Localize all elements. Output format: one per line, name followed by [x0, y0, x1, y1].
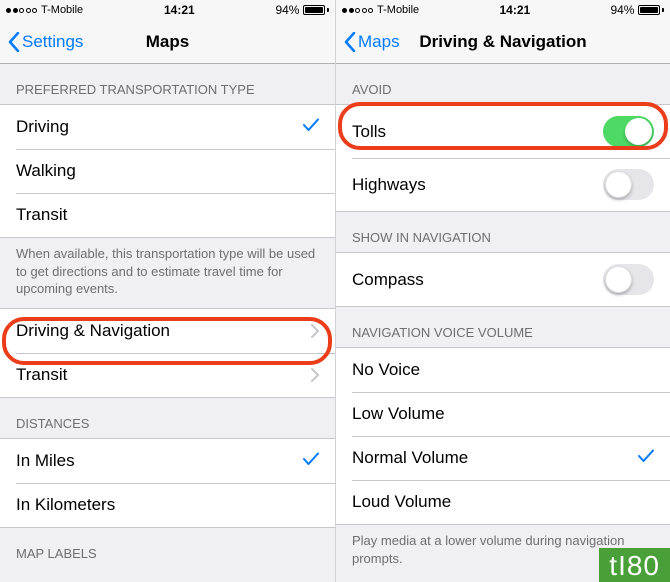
carrier-label: T-Mobile — [41, 4, 83, 16]
battery-icon — [303, 5, 329, 15]
group-transport: Driving Walking Transit — [0, 104, 335, 238]
section-footer-transport: When available, this transportation type… — [0, 238, 335, 308]
status-time: 14:21 — [499, 3, 530, 17]
battery-icon — [638, 5, 664, 15]
chevron-left-icon — [344, 32, 356, 52]
link-driving-navigation[interactable]: Driving & Navigation — [0, 309, 335, 353]
back-button[interactable]: Maps — [344, 32, 400, 52]
back-button[interactable]: Settings — [8, 32, 83, 52]
back-label: Settings — [22, 32, 83, 52]
screen-maps-settings: T-Mobile 14:21 94% Settings Maps PREFERR… — [0, 0, 335, 582]
section-header-transport: PREFERRED TRANSPORTATION TYPE — [0, 64, 335, 104]
group-links: Driving & Navigation Transit — [0, 308, 335, 398]
signal-dots-icon — [342, 8, 373, 13]
check-icon — [303, 451, 319, 471]
option-loud-volume[interactable]: Loud Volume — [336, 480, 670, 524]
carrier-label: T-Mobile — [377, 4, 419, 16]
screen-driving-navigation: T-Mobile 14:21 94% Maps Driving & Naviga… — [335, 0, 670, 582]
option-no-voice[interactable]: No Voice — [336, 348, 670, 392]
watermark: tI80 — [599, 548, 670, 582]
nav-bar: Settings Maps — [0, 20, 335, 64]
status-bar: T-Mobile 14:21 94% — [336, 0, 670, 20]
check-icon — [303, 117, 319, 137]
group-distances: In Miles In Kilometers — [0, 438, 335, 528]
section-header-maplabels: MAP LABELS — [0, 528, 335, 568]
chevron-right-icon — [311, 324, 319, 338]
section-header-avoid: AVOID — [336, 64, 670, 104]
group-avoid: Tolls Highways — [336, 104, 670, 212]
chevron-left-icon — [8, 32, 20, 52]
option-label: In Miles — [16, 451, 303, 471]
section-header-volume: NAVIGATION VOICE VOLUME — [336, 307, 670, 347]
option-walking[interactable]: Walking — [0, 149, 335, 193]
toggle-label: Compass — [352, 270, 603, 290]
nav-bar: Maps Driving & Navigation — [336, 20, 670, 64]
option-label: Normal Volume — [352, 448, 638, 468]
switch-tolls[interactable] — [603, 116, 654, 147]
option-label: No Voice — [352, 360, 654, 380]
link-label: Transit — [16, 365, 311, 385]
option-transit[interactable]: Transit — [0, 193, 335, 237]
toggle-label: Tolls — [352, 122, 603, 142]
back-label: Maps — [358, 32, 400, 52]
switch-compass[interactable] — [603, 264, 654, 295]
option-normal-volume[interactable]: Normal Volume — [336, 436, 670, 480]
status-time: 14:21 — [164, 3, 195, 17]
option-label: Low Volume — [352, 404, 654, 424]
toggle-label: Highways — [352, 175, 603, 195]
option-label: Driving — [16, 117, 303, 137]
toggle-highways[interactable]: Highways — [336, 158, 670, 211]
section-header-distances: DISTANCES — [0, 398, 335, 438]
option-low-volume[interactable]: Low Volume — [336, 392, 670, 436]
option-driving[interactable]: Driving — [0, 105, 335, 149]
option-kilometers[interactable]: In Kilometers — [0, 483, 335, 527]
option-label: Walking — [16, 161, 319, 181]
battery-percent: 94% — [610, 3, 634, 17]
battery-percent: 94% — [275, 3, 299, 17]
option-label: Loud Volume — [352, 492, 654, 512]
switch-highways[interactable] — [603, 169, 654, 200]
option-label: Transit — [16, 205, 319, 225]
option-label: In Kilometers — [16, 495, 319, 515]
check-icon — [638, 448, 654, 468]
signal-dots-icon — [6, 8, 37, 13]
link-transit[interactable]: Transit — [0, 353, 335, 397]
status-bar: T-Mobile 14:21 94% — [0, 0, 335, 20]
section-header-show: SHOW IN NAVIGATION — [336, 212, 670, 252]
link-label: Driving & Navigation — [16, 321, 311, 341]
option-miles[interactable]: In Miles — [0, 439, 335, 483]
toggle-tolls[interactable]: Tolls — [336, 105, 670, 158]
toggle-compass[interactable]: Compass — [336, 253, 670, 306]
chevron-right-icon — [311, 368, 319, 382]
group-show: Compass — [336, 252, 670, 307]
group-volume: No Voice Low Volume Normal Volume Loud V… — [336, 347, 670, 525]
